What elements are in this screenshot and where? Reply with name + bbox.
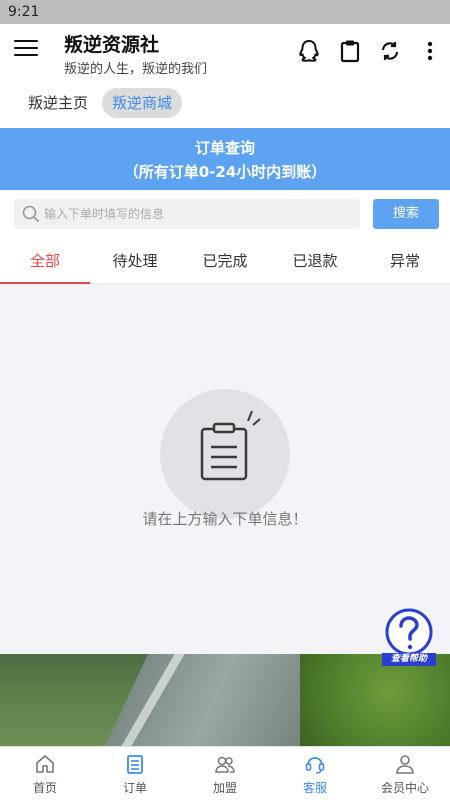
nav-service-label: 客服 xyxy=(302,781,327,795)
nav-join-label: 加盟 xyxy=(212,781,237,795)
banner-title: 订单查询 xyxy=(194,139,255,157)
empty-state: 请在上方输入下单信息！ xyxy=(0,284,450,654)
tab-home[interactable]: 叛逆主页 xyxy=(18,88,98,118)
more-icon[interactable] xyxy=(417,38,443,64)
bottom-nav: 首页 订单 加盟 客服 会员中心 xyxy=(0,746,450,800)
tab-refunded[interactable]: 已退款 xyxy=(270,240,360,284)
app-title: 叛逆资源社 xyxy=(64,34,160,56)
user-icon xyxy=(396,755,414,774)
nav-home-label: 首页 xyxy=(32,781,57,795)
nav-order-label: 订单 xyxy=(122,781,147,795)
empty-message: 请在上方输入下单信息！ xyxy=(142,510,308,528)
tab-mall[interactable]: 叛逆商城 xyxy=(102,88,183,118)
status-time: 9:21 xyxy=(8,4,40,20)
clipboard-icon[interactable] xyxy=(337,38,363,64)
app-header: 叛逆资源社 叛逆的人生，叛逆的我们 xyxy=(0,24,450,80)
empty-state-circle xyxy=(160,389,290,519)
tab-pending[interactable]: 待处理 xyxy=(90,240,180,284)
home-icon xyxy=(36,755,54,773)
order-banner: 订单查询 （所有订单0-24小时内到账） xyxy=(0,128,450,190)
nav-join[interactable]: 加盟 xyxy=(180,747,270,800)
tab-completed[interactable]: 已完成 xyxy=(180,240,270,284)
banner-subtitle: （所有订单0-24小时内到账） xyxy=(123,163,327,181)
order-icon xyxy=(127,755,143,774)
team-icon xyxy=(215,756,235,773)
app-subtitle: 叛逆的人生，叛逆的我们 xyxy=(64,62,208,77)
clipboard-icon xyxy=(200,410,261,481)
search-box[interactable] xyxy=(14,199,360,229)
search-button[interactable]: 搜索 xyxy=(373,199,439,229)
qq-icon[interactable] xyxy=(296,38,322,64)
tab-all[interactable]: 全部 xyxy=(0,240,90,284)
status-tabs: 全部 待处理 已完成 已退款 异常 xyxy=(0,240,450,284)
search-row: 搜索 xyxy=(0,190,450,240)
nav-order[interactable]: 订单 xyxy=(90,747,180,800)
search-input[interactable] xyxy=(44,199,354,229)
search-icon xyxy=(22,205,40,223)
nav-service[interactable]: 客服 xyxy=(270,747,360,800)
nav-home[interactable]: 首页 xyxy=(0,747,90,800)
menu-icon[interactable] xyxy=(14,40,38,64)
help-label: 查看帮助 xyxy=(382,653,436,666)
question-icon xyxy=(385,608,433,656)
refresh-icon[interactable] xyxy=(377,38,403,64)
status-bar: 9:21 xyxy=(0,0,450,24)
top-tabs: 叛逆主页 叛逆商城 xyxy=(0,80,450,128)
help-badge[interactable]: 查看帮助 xyxy=(380,608,438,668)
nav-member-label: 会员中心 xyxy=(380,781,429,795)
tab-abnormal[interactable]: 异常 xyxy=(360,240,450,284)
nav-member[interactable]: 会员中心 xyxy=(360,747,450,800)
headset-icon xyxy=(305,757,325,774)
